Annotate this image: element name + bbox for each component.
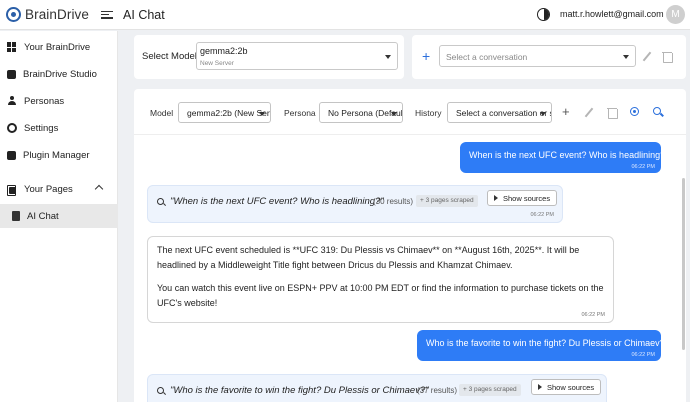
sidebar-item-label: AI Chat	[27, 210, 59, 222]
puzzle-icon	[7, 69, 16, 79]
conversation-select-placeholder: Select a conversation	[446, 52, 528, 62]
user-message-text: When is the next UFC event? Who is headl…	[469, 150, 666, 160]
pages-scraped-badge: + 3 pages scraped	[416, 195, 478, 207]
sidebar-item-ai-chat[interactable]: AI Chat	[0, 204, 118, 228]
show-sources-button[interactable]: Show sources	[487, 190, 558, 206]
history-dropdown-value: Select a conversation or start new	[456, 108, 551, 118]
user-message: When is the next UFC event? Who is headl…	[460, 142, 665, 173]
new-chat-plus-icon[interactable]: +	[562, 105, 570, 118]
model-select[interactable]: gemma2:2b New Server	[196, 42, 398, 70]
magnifier-icon	[157, 198, 164, 205]
chat-scrollbar[interactable]	[682, 178, 685, 350]
gear-icon	[7, 123, 17, 133]
chevron-down-icon	[623, 55, 629, 59]
message-timestamp: 06:22 PM	[530, 212, 554, 218]
delete-trash-icon[interactable]	[662, 51, 673, 63]
sidebar-section-label: Your Pages	[24, 183, 73, 195]
message-list: When is the next UFC event? Who is headl…	[134, 136, 686, 402]
sidebar-item-plugin-manager[interactable]: Plugin Manager	[0, 143, 118, 167]
search-query: "Who is the favorite to win the fight? D…	[170, 385, 429, 396]
menu-toggle-icon[interactable]	[101, 9, 114, 21]
user-email[interactable]: matt.r.howlett@gmail.com	[560, 9, 664, 19]
assistant-message: The next UFC event scheduled is **UFC 31…	[147, 236, 614, 323]
history-label: History	[415, 108, 442, 118]
model-label: Model	[150, 108, 174, 118]
search-query: "When is the next UFC event? Who is head…	[170, 196, 384, 207]
page-title: AI Chat	[123, 7, 165, 22]
sidebar-section-your-pages[interactable]: Your Pages	[0, 177, 118, 201]
sidebar-item-label: Personas	[24, 95, 65, 107]
sidebar-item-label: Your BrainDrive	[24, 41, 91, 53]
conversation-select[interactable]: Select a conversation	[439, 45, 636, 67]
sidebar-item-label: BrainDrive Studio	[23, 68, 97, 80]
message-timestamp: 06:22 PM	[631, 164, 655, 170]
chat-toolbar: Model gemma2:2b (New Server) Persona No …	[134, 89, 686, 135]
pages-icon	[7, 184, 17, 196]
web-search-card: "When is the next UFC event? Who is head…	[147, 185, 563, 223]
avatar[interactable]: M	[666, 5, 685, 24]
sidebar: Your BrainDrive BrainDrive Studio Person…	[0, 31, 118, 402]
user-message: Who is the favorite to win the fight? Du…	[417, 330, 665, 361]
braindrive-logo-icon	[6, 7, 21, 22]
chevron-down-icon	[391, 112, 397, 116]
history-dropdown[interactable]: Select a conversation or start new	[447, 102, 552, 123]
document-icon	[12, 211, 20, 221]
show-sources-button[interactable]: Show sources	[531, 379, 602, 395]
person-icon	[7, 96, 17, 106]
play-icon	[538, 384, 542, 390]
delete-trash-icon[interactable]	[607, 107, 618, 119]
selected-model-server: New Server	[200, 60, 234, 67]
select-model-label: Select Model	[142, 51, 197, 62]
user-message-text: Who is the favorite to win the fight? Du…	[426, 338, 665, 348]
show-sources-label: Show sources	[503, 193, 551, 203]
chevron-down-icon	[540, 112, 546, 116]
sidebar-item-your-braindrive[interactable]: Your BrainDrive	[0, 35, 118, 59]
search-icon[interactable]	[653, 107, 661, 115]
sidebar-item-label: Plugin Manager	[23, 149, 90, 161]
chat-panel: Model gemma2:2b (New Server) Persona No …	[134, 89, 686, 402]
theme-toggle-icon[interactable]	[537, 8, 550, 21]
message-timestamp: 06:22 PM	[631, 352, 655, 358]
chevron-down-icon	[259, 112, 265, 116]
selected-model-name: gemma2:2b	[200, 46, 248, 56]
puzzle-icon	[7, 150, 16, 160]
edit-pencil-icon[interactable]	[584, 107, 594, 118]
web-search-card: "Who is the favorite to win the fight? D…	[147, 374, 607, 402]
message-timestamp: 06:22 PM	[581, 312, 605, 318]
dashboard-icon	[7, 42, 17, 52]
show-sources-label: Show sources	[547, 382, 595, 392]
persona-dropdown[interactable]: No Persona (Default)	[319, 102, 403, 123]
chevron-down-icon	[385, 55, 391, 59]
top-bar: BrainDrive AI Chat matt.r.howlett@gmail.…	[0, 0, 690, 30]
persona-label: Persona	[284, 108, 316, 118]
sidebar-item-settings[interactable]: Settings	[0, 116, 118, 140]
magnifier-icon	[157, 387, 164, 394]
model-selection-bar: Select Model gemma2:2b New Server	[134, 35, 404, 79]
logo[interactable]: BrainDrive	[6, 7, 89, 22]
sidebar-item-label: Settings	[24, 122, 59, 134]
pages-scraped-badge: + 3 pages scraped	[459, 384, 521, 396]
eye-icon[interactable]	[630, 107, 639, 116]
sidebar-item-braindrive-studio[interactable]: BrainDrive Studio	[0, 62, 118, 86]
search-result-count: (30 results)	[373, 197, 414, 206]
new-conversation-plus-icon[interactable]: +	[422, 49, 430, 63]
play-icon	[494, 195, 498, 201]
search-result-count: (37 results)	[417, 386, 458, 395]
assistant-message-paragraph: You can watch this event live on ESPN+ P…	[157, 283, 604, 308]
logo-text: BrainDrive	[25, 7, 90, 22]
edit-pencil-icon[interactable]	[642, 51, 652, 62]
model-dropdown[interactable]: gemma2:2b (New Server)	[178, 102, 271, 123]
chevron-up-icon[interactable]	[94, 184, 104, 194]
sidebar-item-personas[interactable]: Personas	[0, 89, 118, 113]
conversation-bar: + Select a conversation	[412, 35, 686, 79]
assistant-message-paragraph: The next UFC event scheduled is **UFC 31…	[157, 245, 580, 270]
